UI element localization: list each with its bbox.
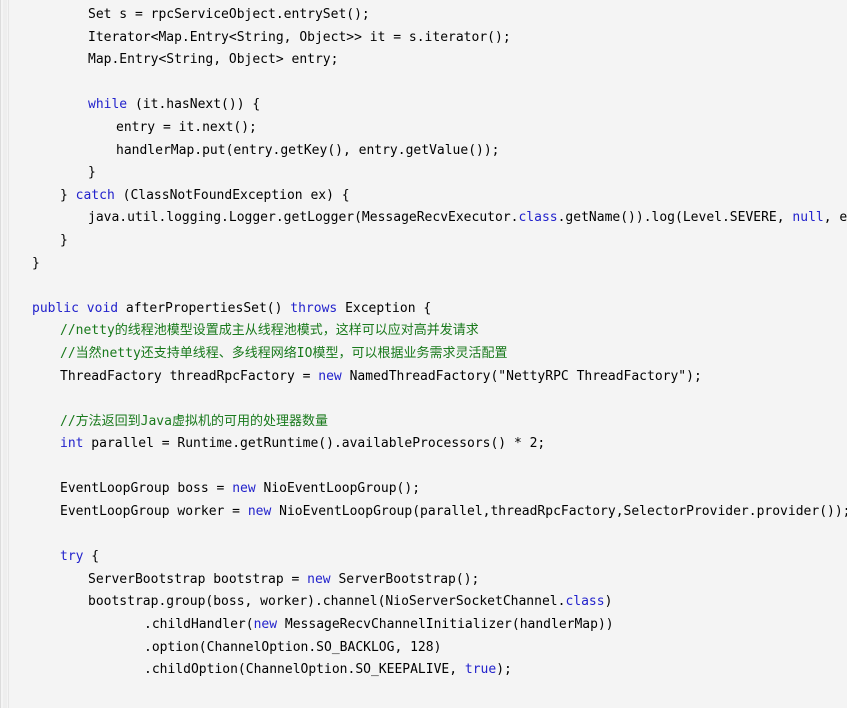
code-line[interactable]: Iterator<Map.Entry<String, Object>> it =… bbox=[9, 27, 847, 50]
code-token: Iterator<Map.Entry<String, Object>> it =… bbox=[88, 29, 511, 45]
keyword-token: true bbox=[464, 662, 497, 678]
code-line[interactable]: Map.Entry<String, Object> entry; bbox=[9, 49, 847, 72]
code-line[interactable] bbox=[9, 388, 847, 411]
code-token: Set s = rpcServiceObject.entrySet(); bbox=[88, 7, 370, 22]
keyword-token: new bbox=[318, 368, 342, 384]
code-line[interactable]: EventLoopGroup worker = new NioEventLoop… bbox=[9, 501, 847, 524]
code-token: java.util.logging.Logger.getLogger(Messa… bbox=[88, 210, 519, 226]
comment-token: //netty的线程池模型设置成主从线程池模式，这样可以应对高并发请求 bbox=[60, 323, 479, 339]
code-token: } bbox=[88, 165, 96, 181]
code-line[interactable]: Set s = rpcServiceObject.entrySet(); bbox=[9, 4, 847, 27]
keyword-token: null bbox=[792, 210, 824, 226]
code-line[interactable]: .option(ChannelOption.SO_BACKLOG, 128) bbox=[9, 637, 847, 660]
code-line[interactable]: ThreadFactory threadRpcFactory = new Nam… bbox=[9, 366, 847, 389]
code-token: ThreadFactory threadRpcFactory = bbox=[60, 368, 319, 384]
code-token: ) bbox=[604, 594, 613, 610]
keyword-token: throws bbox=[290, 300, 338, 316]
code-line[interactable] bbox=[9, 275, 847, 298]
code-token: } bbox=[60, 187, 76, 203]
code-token: entry = it.next(); bbox=[116, 119, 257, 135]
code-token: bootstrap.group(boss, worker).channel(Ni… bbox=[88, 594, 566, 610]
keyword-token: while bbox=[88, 97, 128, 113]
keyword-token: try bbox=[60, 549, 84, 565]
code-line[interactable]: //netty的线程池模型设置成主从线程池模式，这样可以应对高并发请求 bbox=[9, 320, 847, 343]
code-token: afterPropertiesSet() bbox=[118, 300, 291, 316]
code-line[interactable]: bootstrap.group(boss, worker).channel(Ni… bbox=[9, 591, 847, 614]
code-token: EventLoopGroup worker = bbox=[60, 504, 248, 520]
code-line[interactable]: while (it.hasNext()) { bbox=[9, 94, 847, 117]
code-text-area[interactable]: Set s = rpcServiceObject.entrySet(); Iter… bbox=[9, 0, 847, 708]
code-line[interactable] bbox=[9, 682, 847, 705]
code-line[interactable]: } bbox=[9, 230, 847, 253]
scrollbar-thumb[interactable] bbox=[3, 0, 7, 708]
code-token: , ex); bbox=[823, 210, 847, 226]
code-token: handlerMap.put(entry.getKey(), entry.get… bbox=[116, 142, 500, 158]
code-token: Exception { bbox=[337, 300, 432, 316]
vertical-scrollbar[interactable] bbox=[0, 0, 9, 708]
code-line[interactable] bbox=[9, 72, 847, 95]
code-line[interactable]: //方法返回到Java虚拟机的可用的处理器数量 bbox=[9, 411, 847, 434]
code-line[interactable]: public void afterPropertiesSet() throws … bbox=[9, 298, 847, 321]
code-line[interactable]: entry = it.next(); bbox=[9, 117, 847, 140]
comment-token: //方法返回到Java虚拟机的可用的处理器数量 bbox=[60, 413, 328, 429]
code-token: ServerBootstrap bootstrap = bbox=[88, 571, 308, 587]
code-line[interactable]: //当然netty还支持单线程、多线程网络IO模型，可以根据业务需求灵活配置 bbox=[9, 343, 847, 366]
keyword-token: new bbox=[247, 504, 272, 520]
code-line[interactable]: String[] ipAddr = serverAddress.split(Me… bbox=[9, 704, 847, 708]
code-token: .childOption(ChannelOption.SO_KEEPALIVE, bbox=[144, 662, 465, 678]
code-token: parallel = Runtime.getRuntime().availabl… bbox=[83, 436, 546, 452]
code-token: { bbox=[83, 549, 100, 565]
code-line[interactable]: } bbox=[9, 253, 847, 276]
keyword-token: int bbox=[60, 436, 84, 452]
comment-token: //当然netty还支持单线程、多线程网络IO模型，可以根据业务需求灵活配置 bbox=[60, 345, 508, 361]
keyword-token: class bbox=[565, 594, 605, 610]
code-line[interactable]: java.util.logging.Logger.getLogger(Messa… bbox=[9, 207, 847, 230]
code-line[interactable]: int parallel = Runtime.getRuntime().avai… bbox=[9, 433, 847, 456]
keyword-token: catch bbox=[75, 187, 115, 203]
code-line[interactable]: .childHandler(new MessageRecvChannelInit… bbox=[9, 614, 847, 637]
code-line[interactable] bbox=[9, 524, 847, 547]
code-token: } bbox=[32, 255, 40, 271]
code-line[interactable]: ServerBootstrap bootstrap = new ServerBo… bbox=[9, 569, 847, 592]
code-token: NioEventLoopGroup(parallel,threadRpcFact… bbox=[271, 504, 847, 520]
keyword-token: class bbox=[518, 210, 558, 226]
keyword-token: public void bbox=[32, 300, 119, 316]
code-token: (ClassNotFoundException ex) { bbox=[114, 187, 350, 203]
code-token: (it.hasNext()) { bbox=[127, 97, 261, 113]
keyword-token: new bbox=[232, 481, 256, 497]
code-token: Map.Entry<String, Object> entry; bbox=[88, 52, 339, 68]
keyword-token: new bbox=[253, 617, 278, 633]
code-line[interactable]: } bbox=[9, 162, 847, 185]
code-viewer: Set s = rpcServiceObject.entrySet(); Iter… bbox=[0, 0, 847, 708]
code-line[interactable]: try { bbox=[9, 546, 847, 569]
code-token: ServerBootstrap(); bbox=[330, 571, 480, 587]
code-token: ); bbox=[496, 662, 512, 678]
code-token: .option(ChannelOption.SO_BACKLOG, 128) bbox=[144, 639, 442, 655]
code-line[interactable] bbox=[9, 456, 847, 479]
code-token: NamedThreadFactory("NettyRPC ThreadFacto… bbox=[341, 368, 702, 384]
code-line[interactable]: EventLoopGroup boss = new NioEventLoopGr… bbox=[9, 478, 847, 501]
code-token: NioEventLoopGroup(); bbox=[255, 481, 421, 497]
code-token: MessageRecvChannelInitializer(handlerMap… bbox=[277, 617, 614, 633]
code-line[interactable]: handlerMap.put(entry.getKey(), entry.get… bbox=[9, 140, 847, 163]
code-token: EventLoopGroup boss = bbox=[60, 481, 233, 497]
keyword-token: new bbox=[307, 571, 331, 587]
code-token: .getName()).log(Level.SEVERE, bbox=[557, 210, 793, 226]
code-token: } bbox=[60, 232, 68, 248]
code-token: .childHandler( bbox=[144, 617, 254, 633]
code-line[interactable]: } catch (ClassNotFoundException ex) { bbox=[9, 185, 847, 208]
code-line[interactable]: .childOption(ChannelOption.SO_KEEPALIVE,… bbox=[9, 659, 847, 682]
